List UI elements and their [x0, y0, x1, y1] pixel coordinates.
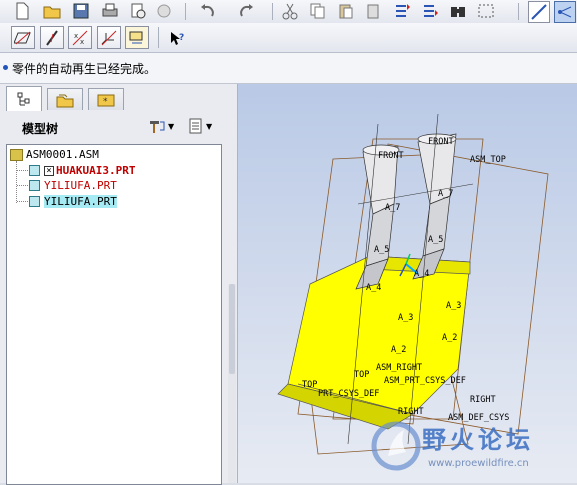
datum-label: A_4 [366, 283, 381, 293]
selection-box-icon[interactable] [476, 1, 496, 21]
datum-label: RIGHT [470, 395, 496, 405]
datum-label: TOP [302, 380, 317, 390]
datum-label: FRONT [428, 137, 454, 147]
open-folder-icon[interactable] [42, 1, 62, 21]
tree-node-root[interactable]: ASM0001.ASM [10, 147, 99, 162]
datum-axes-toggle-icon[interactable] [40, 26, 64, 49]
info-bullet-icon [3, 65, 8, 70]
regen-manager-icon[interactable] [420, 1, 440, 21]
navigator-panel: * 模型树 ▼ ▼ ASM0001.ASM × HUAKUAI3.PRT YIL… [0, 84, 238, 485]
model-tree: ASM0001.ASM × HUAKUAI3.PRT YILIUFA.PRT Y… [6, 144, 222, 485]
tree-node-yiliufa-1[interactable]: YILIUFA.PRT [29, 178, 117, 193]
watermark-name: 野火论坛 [422, 426, 534, 454]
save-icon[interactable] [71, 1, 91, 21]
paste-special-icon[interactable] [364, 1, 384, 21]
coordinate-systems-toggle-icon[interactable] [97, 26, 121, 49]
suppressed-icon: × [44, 165, 54, 176]
svg-text:?: ? [179, 33, 184, 43]
datum-label: ASM_RIGHT [376, 363, 422, 373]
chevron-down-icon: ▼ [206, 121, 213, 131]
part-icon [29, 196, 40, 207]
undo-icon[interactable] [198, 1, 218, 21]
tree-node-yiliufa-2[interactable]: YILIUFA.PRT [29, 194, 117, 209]
axis-display-icon[interactable] [554, 1, 576, 23]
tree-node-label: HUAKUAI3.PRT [56, 164, 136, 177]
datum-label: A_5 [428, 235, 443, 245]
tab-model-tree[interactable] [6, 86, 42, 111]
watermark-flame-icon [371, 421, 421, 471]
cut-icon[interactable] [280, 1, 300, 21]
copy-icon[interactable] [308, 1, 328, 21]
message-area: 零件的自动再生已经完成。 [0, 53, 577, 84]
mail-disabled-icon[interactable] [154, 1, 174, 21]
datum-label: A_2 [391, 345, 406, 355]
svg-text:x: x [74, 32, 78, 40]
tree-display-button[interactable]: ▼ [188, 118, 212, 134]
datum-label: A_5 [374, 245, 389, 255]
datum-label: FRONT [378, 151, 404, 161]
status-message: 零件的自动再生已经完成。 [12, 62, 157, 76]
tab-folder-browser[interactable] [47, 88, 83, 110]
part-icon [29, 180, 40, 191]
datum-planes-toggle-icon[interactable] [11, 26, 35, 49]
tree-node-huakuai3[interactable]: × HUAKUAI3.PRT [29, 163, 135, 178]
datum-label: A_2 [442, 333, 457, 343]
datum-display-icon[interactable] [528, 1, 550, 23]
folder-browser-icon [56, 94, 74, 107]
datum-label: A_7 [438, 189, 453, 199]
graphics-window[interactable]: FRONT FRONT ASM_TOP A_7 A_7 A_5 A_5 A_4 … [238, 84, 577, 483]
svg-text:*: * [103, 97, 108, 107]
display-toolbar: xx ? [0, 23, 577, 53]
find-icon[interactable] [448, 1, 468, 21]
datum-label: A_3 [446, 301, 461, 311]
datum-points-toggle-icon[interactable]: xx [68, 26, 92, 49]
context-help-icon[interactable]: ? [167, 28, 187, 48]
send-mail-icon[interactable] [128, 1, 148, 21]
datum-label: PRT_CSYS_DEF [318, 389, 379, 399]
redo-icon[interactable] [236, 1, 256, 21]
new-file-icon[interactable] [12, 1, 32, 21]
datum-label: ASM_PRT_CSYS_DEF [384, 376, 466, 386]
datum-label: RIGHT [398, 407, 424, 417]
datum-label: A_7 [385, 203, 400, 213]
tree-node-label: YILIUFA.PRT [44, 195, 117, 208]
part-icon [29, 165, 40, 176]
standard-toolbar [0, 0, 577, 24]
datum-label: A_3 [398, 313, 413, 323]
tree-settings-button[interactable]: ▼ [148, 118, 174, 134]
model-tree-header: 模型树 ▼ ▼ [0, 112, 237, 142]
scrollbar-thumb[interactable] [229, 284, 235, 374]
model-tree-icon [17, 92, 30, 106]
watermark-logo [370, 418, 424, 475]
favorites-icon: * [97, 94, 115, 107]
datum-label: A_4 [414, 269, 429, 279]
tools-hammer-icon [150, 121, 165, 133]
list-display-icon [189, 118, 202, 134]
watermark-url: www.proewildfire.cn [428, 458, 529, 469]
chevron-down-icon: ▼ [168, 121, 175, 131]
assembly-icon [10, 148, 23, 161]
panel-scrollbar[interactable] [228, 284, 236, 483]
tab-favorites[interactable]: * [88, 88, 124, 110]
paste-icon[interactable] [336, 1, 356, 21]
print-icon[interactable] [100, 1, 120, 21]
tree-connector [16, 161, 18, 203]
datum-label: TOP [354, 370, 369, 380]
annotations-toggle-icon[interactable] [125, 26, 149, 49]
regenerate-icon[interactable] [392, 1, 412, 21]
tree-node-label: ASM0001.ASM [26, 148, 99, 161]
datum-label: ASM_TOP [470, 155, 506, 165]
model-tree-title: 模型树 [22, 122, 59, 136]
svg-text:x: x [80, 38, 84, 46]
tree-node-label: YILIUFA.PRT [44, 179, 117, 192]
